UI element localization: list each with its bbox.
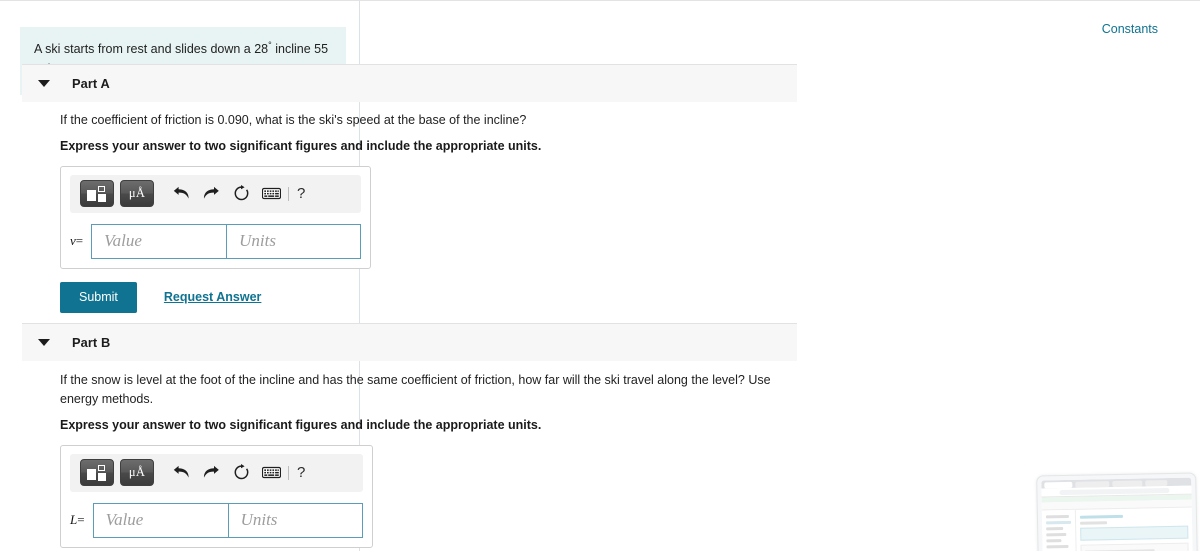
part-a-title: Part A: [72, 76, 110, 91]
keyboard-button[interactable]: [256, 460, 286, 486]
part-a-header[interactable]: Part A: [22, 64, 797, 102]
part-b-toolbar: μÅ ?: [70, 453, 363, 492]
part-b-question: If the snow is level at the foot of the …: [60, 373, 771, 406]
part-b-answer-row: L= Value Units: [70, 502, 363, 538]
keyboard-icon: [261, 188, 281, 200]
part-a-body: If the coefficient of friction is 0.090,…: [60, 111, 541, 313]
reset-button[interactable]: [226, 460, 256, 486]
part-a-equals: =: [75, 233, 84, 249]
part-b-body: If the snow is level at the foot of the …: [60, 371, 790, 551]
part-b-equals: =: [77, 512, 85, 527]
part-b-value-input[interactable]: Value: [92, 502, 229, 538]
math-template-icon: [87, 464, 107, 481]
collapse-caret-icon[interactable]: [38, 80, 50, 87]
part-b-title: Part B: [72, 335, 111, 350]
keyboard-button[interactable]: [256, 181, 286, 207]
part-a-instruction: Express your answer to two significant f…: [60, 138, 542, 153]
problem-text-before: A ski starts from rest and slides down a…: [34, 42, 269, 56]
part-b-units-input[interactable]: Units: [228, 502, 363, 538]
toolbar-divider: [288, 465, 289, 480]
part-a-value-input[interactable]: Value: [91, 223, 228, 259]
thumbnail-main: [1076, 508, 1193, 551]
undo-icon: [173, 465, 189, 478]
collapse-caret-icon[interactable]: [38, 339, 50, 346]
redo-icon: [203, 465, 219, 478]
thumbnail-browser-mock: [1041, 477, 1193, 551]
constants-link[interactable]: Constants: [1102, 22, 1158, 36]
keyboard-icon: [261, 466, 281, 479]
toolbar-divider: [288, 186, 289, 201]
micro-angstrom-icon: μÅ: [128, 186, 146, 201]
help-button[interactable]: ?: [293, 185, 309, 202]
part-b-instruction: Express your answer to two significant f…: [60, 417, 542, 432]
math-template-button[interactable]: [80, 180, 114, 208]
units-button[interactable]: μÅ: [120, 459, 154, 486]
math-template-button[interactable]: [80, 459, 114, 486]
undo-button[interactable]: [166, 460, 196, 486]
problem-text-mid: incline 55: [275, 42, 329, 56]
part-a-toolbar: μÅ ?: [70, 174, 362, 213]
page-root: A ski starts from rest and slides down a…: [0, 0, 1200, 551]
part-b-variable-label: L=: [70, 512, 85, 528]
redo-button[interactable]: [196, 460, 226, 486]
degree-symbol: °: [268, 39, 272, 50]
part-a-request-answer-link[interactable]: Request Answer: [164, 290, 261, 304]
part-a-variable-label: v=: [70, 233, 83, 249]
page-preview-thumbnail[interactable]: [1036, 472, 1198, 551]
reset-icon: [234, 185, 248, 201]
reset-button[interactable]: [226, 181, 256, 207]
micro-angstrom-icon: μÅ: [128, 465, 146, 479]
part-a-question: If the coefficient of friction is 0.090,…: [60, 113, 527, 127]
reset-icon: [234, 464, 248, 480]
part-a-answer-box: μÅ ? v= Value Units: [60, 165, 372, 269]
redo-icon: [203, 187, 219, 199]
part-a-submit-row: Submit Request Answer: [60, 281, 541, 313]
help-button[interactable]: ?: [293, 464, 309, 481]
part-b-answer-box: μÅ ? L= Value Units: [60, 444, 373, 548]
redo-button[interactable]: [196, 181, 226, 207]
part-a-submit-button[interactable]: Submit: [60, 281, 137, 313]
part-a-units-input[interactable]: Units: [227, 223, 362, 259]
constants-row: Constants: [1102, 20, 1158, 38]
undo-button[interactable]: [166, 181, 196, 207]
part-a-answer-row: v= Value Units: [70, 223, 362, 259]
units-button[interactable]: μÅ: [120, 180, 154, 208]
thumbnail-page-body: [1041, 508, 1193, 551]
math-template-icon: [87, 185, 107, 202]
undo-icon: [173, 187, 189, 199]
part-b-header[interactable]: Part B: [22, 323, 797, 361]
thumbnail-sidebar: [1041, 509, 1077, 551]
